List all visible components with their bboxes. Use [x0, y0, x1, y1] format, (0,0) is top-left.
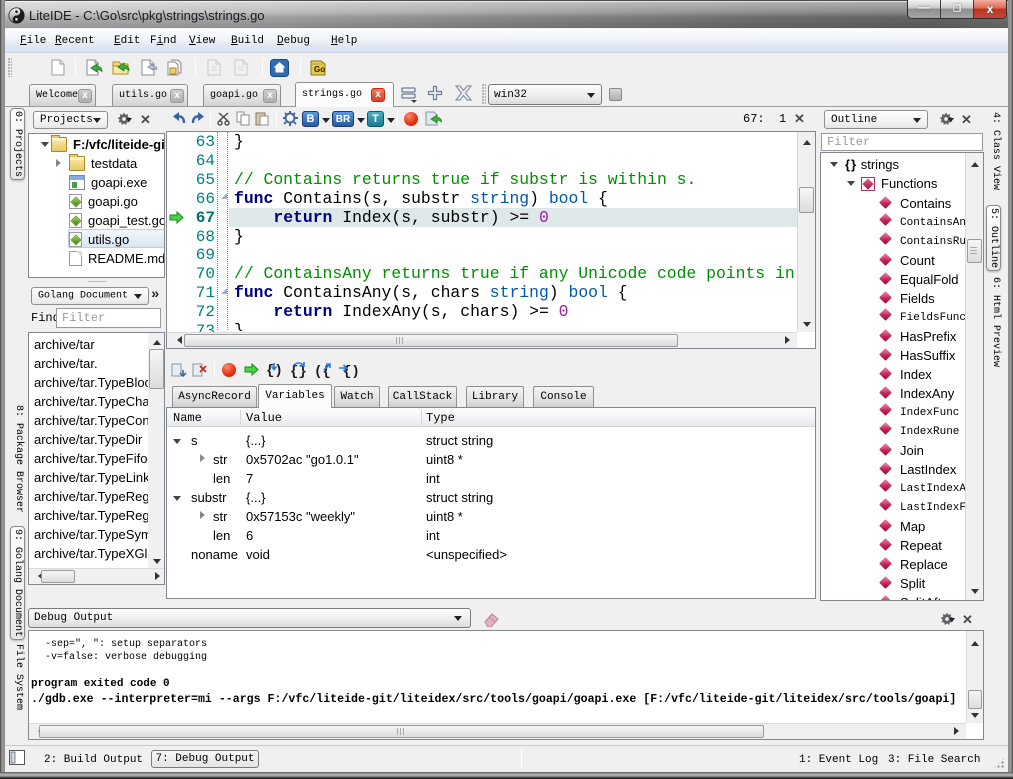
svg-text:Go: Go [314, 65, 325, 74]
